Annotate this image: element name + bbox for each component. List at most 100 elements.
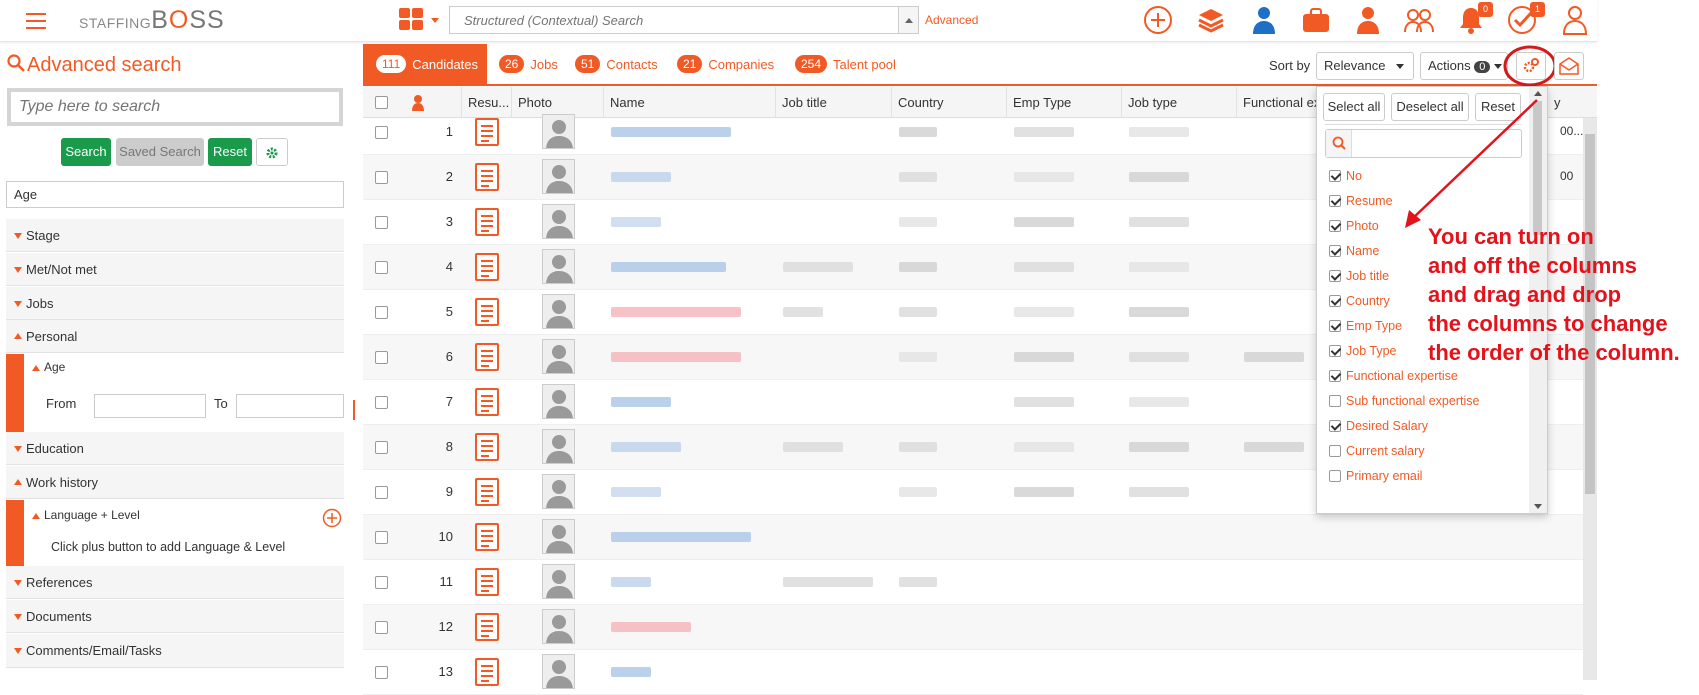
- avatar[interactable]: [542, 384, 575, 419]
- user-profile-icon[interactable]: [1559, 4, 1591, 36]
- stack-icon[interactable]: [1195, 4, 1227, 36]
- resume-icon[interactable]: [475, 118, 499, 146]
- avatar[interactable]: [542, 429, 575, 464]
- avatar[interactable]: [542, 114, 575, 149]
- bell-icon[interactable]: 0: [1455, 2, 1493, 36]
- chevron-down-icon[interactable]: [431, 18, 439, 23]
- section-met-not-met[interactable]: Met/Not met: [6, 253, 344, 286]
- add-language-button[interactable]: [322, 508, 342, 528]
- structured-search-field[interactable]: [449, 6, 919, 34]
- row-checkbox[interactable]: [375, 396, 388, 409]
- sort-select[interactable]: Relevance: [1316, 52, 1414, 80]
- column-option[interactable]: No: [1329, 165, 1362, 187]
- section-stage[interactable]: Stage: [6, 219, 344, 252]
- column-option[interactable]: Emp Type: [1329, 315, 1402, 337]
- column-checkbox[interactable]: [1329, 445, 1341, 457]
- advanced-search-link[interactable]: Advanced: [925, 13, 978, 27]
- table-scrollbar[interactable]: [1583, 118, 1597, 680]
- filter-settings-button[interactable]: [256, 138, 288, 166]
- avatar[interactable]: [542, 339, 575, 374]
- column-option[interactable]: Sub functional expertise: [1329, 390, 1479, 412]
- column-option[interactable]: Job title: [1329, 265, 1389, 287]
- avatar[interactable]: [542, 654, 575, 689]
- search-button[interactable]: Search: [61, 138, 111, 166]
- task-check-icon[interactable]: 1: [1507, 2, 1545, 36]
- column-option[interactable]: Current salary: [1329, 440, 1425, 462]
- avatar[interactable]: [542, 519, 575, 554]
- section-work-history[interactable]: Work history: [6, 466, 344, 499]
- candidate-name[interactable]: [611, 622, 691, 632]
- avatar[interactable]: [542, 294, 575, 329]
- select-all-checkbox[interactable]: [375, 96, 388, 109]
- candidate-name[interactable]: [611, 487, 661, 497]
- column-checkbox[interactable]: [1329, 345, 1341, 357]
- tab-jobs[interactable]: 26 Jobs: [499, 44, 558, 84]
- add-icon[interactable]: [1142, 4, 1174, 36]
- tab-candidates[interactable]: 111 Candidates: [363, 44, 487, 84]
- column-option[interactable]: Country: [1329, 290, 1390, 312]
- candidate-name[interactable]: [611, 172, 671, 182]
- candidate-name[interactable]: [611, 532, 751, 542]
- resume-icon[interactable]: [475, 613, 499, 641]
- actions-button[interactable]: Actions 0: [1420, 52, 1508, 80]
- row-checkbox[interactable]: [375, 216, 388, 229]
- row-checkbox[interactable]: [375, 576, 388, 589]
- language-toggle[interactable]: Language + Level: [32, 508, 140, 522]
- resume-icon[interactable]: [475, 343, 499, 371]
- column-checkbox[interactable]: [1329, 420, 1341, 432]
- reset-button[interactable]: Reset: [208, 138, 252, 166]
- avatar[interactable]: [542, 564, 575, 599]
- avatar[interactable]: [542, 159, 575, 194]
- tab-talent-pool[interactable]: 254 Talent pool: [795, 44, 896, 84]
- column-option[interactable]: Resume: [1329, 190, 1393, 212]
- structured-search-input[interactable]: [450, 7, 890, 33]
- column-checkbox[interactable]: [1329, 395, 1341, 407]
- row-checkbox[interactable]: [375, 666, 388, 679]
- briefcase-icon[interactable]: [1300, 4, 1332, 36]
- section-references[interactable]: References: [6, 566, 344, 599]
- column-option[interactable]: Functional expertise: [1329, 365, 1458, 387]
- column-checkbox[interactable]: [1329, 245, 1341, 257]
- resume-icon[interactable]: [475, 163, 499, 191]
- candidate-name[interactable]: [611, 217, 661, 227]
- resume-icon[interactable]: [475, 568, 499, 596]
- section-comments[interactable]: Comments/Email/Tasks: [6, 634, 344, 668]
- collapse-handle[interactable]: [353, 400, 355, 420]
- column-option[interactable]: Job Type: [1329, 340, 1397, 362]
- row-checkbox[interactable]: [375, 531, 388, 544]
- row-checkbox[interactable]: [375, 126, 388, 139]
- keyword-search-field[interactable]: [7, 88, 343, 126]
- row-checkbox[interactable]: [375, 441, 388, 454]
- candidate-name[interactable]: [611, 577, 651, 587]
- candidate-name[interactable]: [611, 442, 681, 452]
- resume-icon[interactable]: [475, 658, 499, 686]
- resume-icon[interactable]: [475, 478, 499, 506]
- row-checkbox[interactable]: [375, 486, 388, 499]
- resume-icon[interactable]: [475, 523, 499, 551]
- row-checkbox[interactable]: [375, 171, 388, 184]
- column-checkbox[interactable]: [1329, 220, 1341, 232]
- resume-icon[interactable]: [475, 208, 499, 236]
- candidate-name[interactable]: [611, 667, 651, 677]
- table-row[interactable]: 11: [363, 560, 1583, 605]
- select-all-button[interactable]: Select all: [1323, 93, 1385, 121]
- resume-icon[interactable]: [475, 298, 499, 326]
- column-checkbox[interactable]: [1329, 470, 1341, 482]
- logo[interactable]: STAFFINGBOSS: [79, 6, 225, 35]
- candidate-name[interactable]: [611, 307, 741, 317]
- row-checkbox[interactable]: [375, 261, 388, 274]
- resume-icon[interactable]: [475, 433, 499, 461]
- candidate-icon[interactable]: [1248, 4, 1280, 36]
- table-row[interactable]: 10: [363, 515, 1583, 560]
- column-checkbox[interactable]: [1329, 195, 1341, 207]
- candidate-name[interactable]: [611, 352, 741, 362]
- tab-companies[interactable]: 21 Companies: [677, 44, 774, 84]
- filter-search-field[interactable]: Age: [6, 181, 344, 208]
- row-checkbox[interactable]: [375, 306, 388, 319]
- column-checkbox[interactable]: [1329, 170, 1341, 182]
- column-checkbox[interactable]: [1329, 295, 1341, 307]
- candidate-name[interactable]: [611, 397, 671, 407]
- resume-icon[interactable]: [475, 388, 499, 416]
- row-checkbox[interactable]: [375, 351, 388, 364]
- avatar[interactable]: [542, 609, 575, 644]
